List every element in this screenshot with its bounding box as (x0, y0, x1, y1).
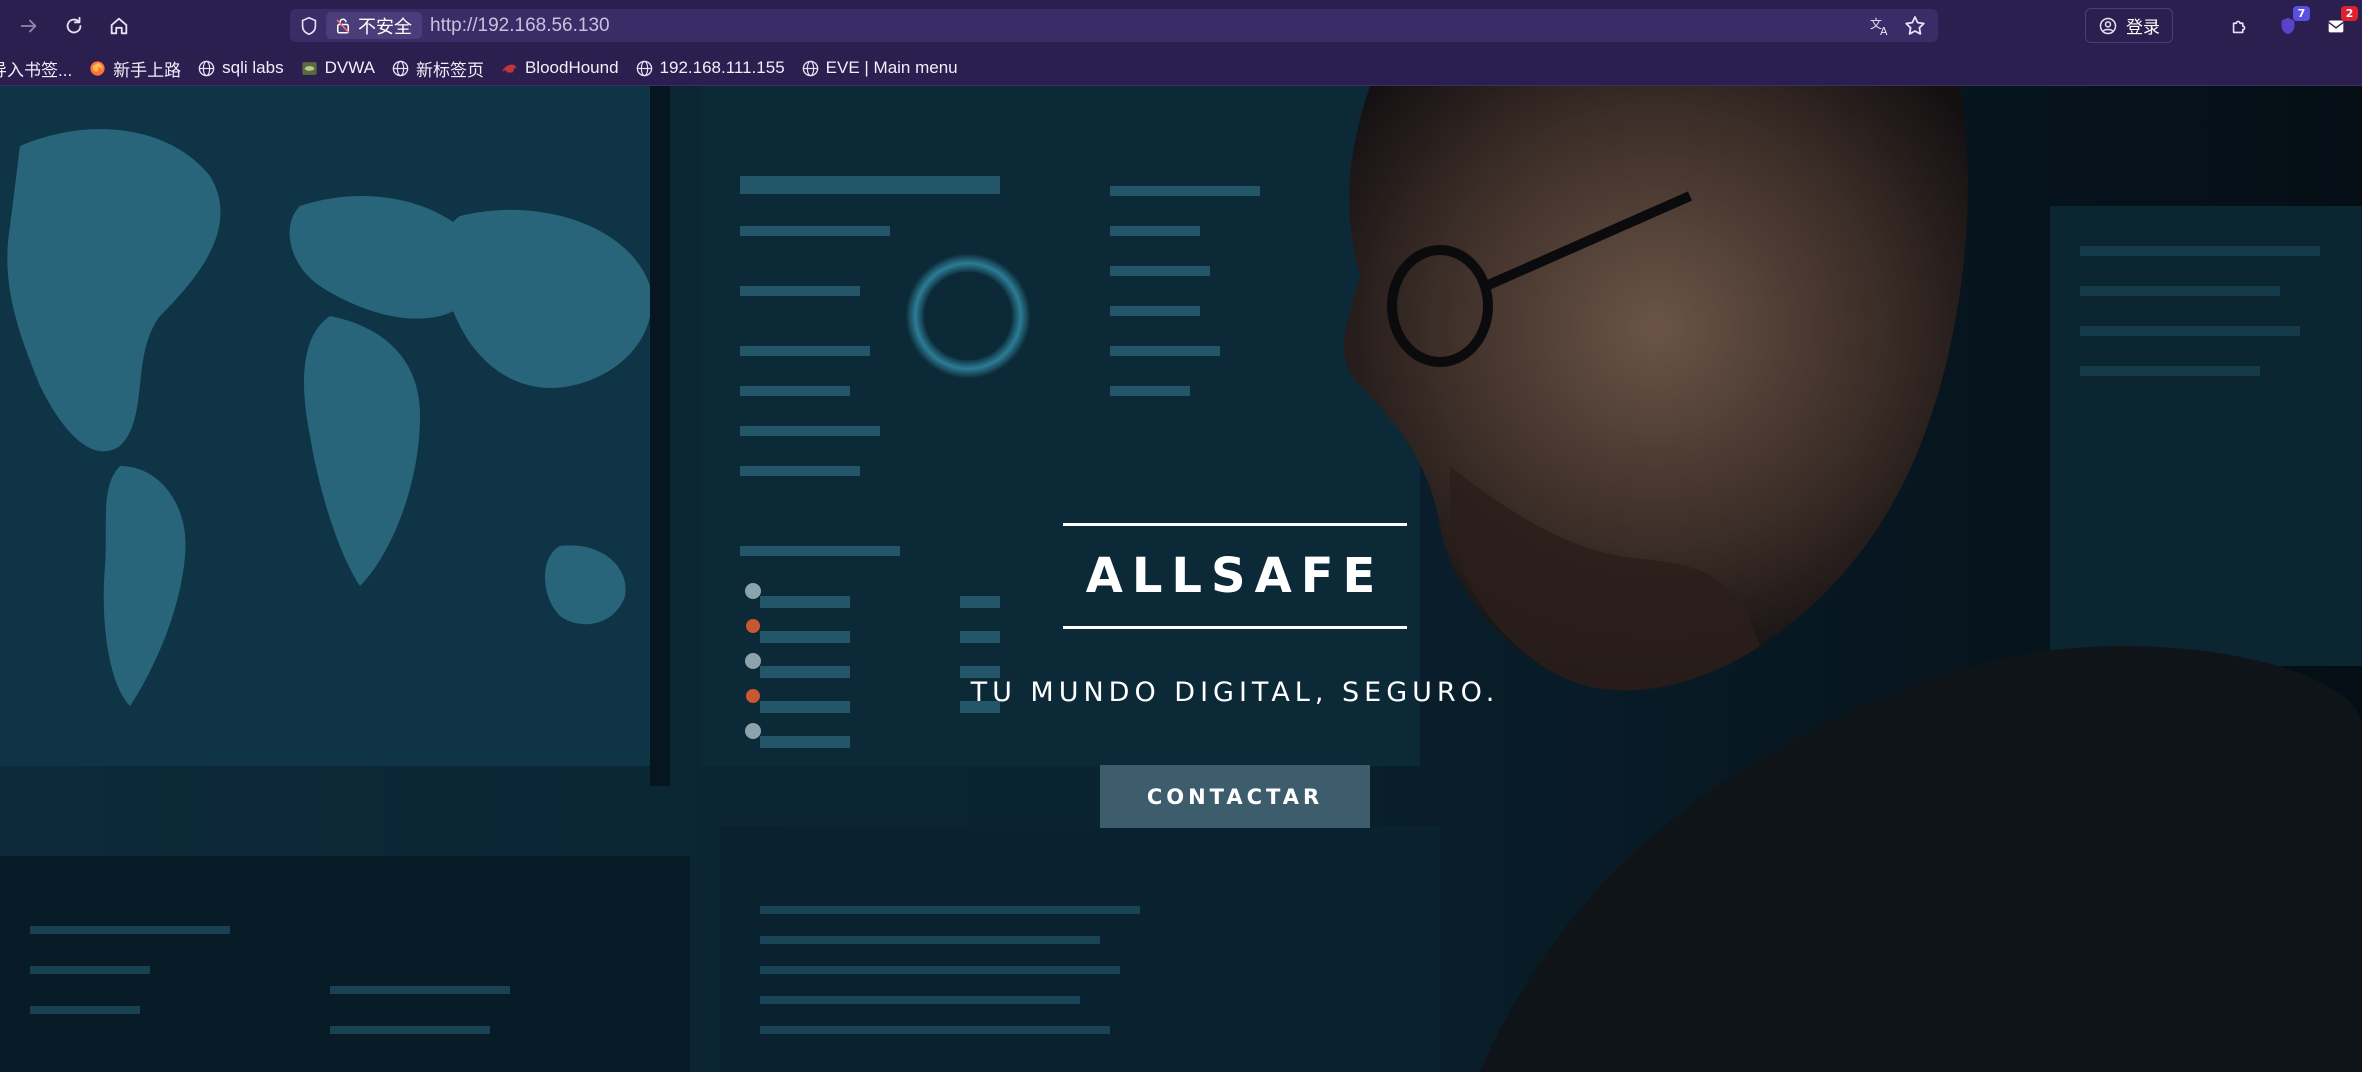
brand-top-divider (1063, 523, 1407, 526)
security-label: 不安全 (358, 16, 412, 37)
translate-icon[interactable]: 文A (1868, 14, 1892, 38)
bookmark-label: 192.168.111.155 (659, 58, 785, 77)
login-button[interactable]: 登录 (2085, 8, 2173, 43)
notification-badge: 2 (2341, 6, 2358, 21)
contact-button[interactable]: CONTACTAR (1100, 765, 1370, 828)
bookmarks-bar: 导入书签... 新手上路 sqli labs DVWA 新标签页 BloodHo… (0, 51, 2362, 86)
bookmark-dvwa[interactable]: DVWA (292, 53, 383, 83)
hero-section: ALLSAFE TU MUNDO DIGITAL, SEGURO. CONTAC… (0, 86, 2362, 1072)
bookmark-label: 新手上路 (113, 60, 182, 80)
globe-icon (392, 60, 409, 76)
bookmark-label: BloodHound (524, 58, 619, 77)
bookmark-bloodhound[interactable]: BloodHound (492, 53, 627, 83)
globe-icon (198, 60, 215, 76)
brand-bottom-divider (1063, 626, 1407, 629)
bookmark-import[interactable]: 导入书签... (0, 53, 80, 83)
bookmark-star-icon[interactable] (1903, 14, 1927, 38)
bloodhound-icon (502, 64, 517, 72)
puzzle-icon (2232, 20, 2246, 34)
globe-icon (802, 60, 818, 76)
bookmark-label: 新标签页 (415, 60, 484, 80)
bookmark-sqli-labs[interactable]: sqli labs (189, 53, 291, 83)
hero-tagline: TU MUNDO DIGITAL, SEGURO. (970, 677, 1500, 708)
account-icon (2099, 17, 2117, 34)
brand-title: ALLSAFE (1085, 548, 1385, 604)
bookmark-getting-started[interactable]: 新手上路 (80, 53, 189, 83)
forward-button[interactable] (13, 10, 45, 42)
shield-icon[interactable] (298, 15, 320, 37)
firefox-icon (90, 60, 105, 76)
url-text[interactable]: http://192.168.56.130 (430, 15, 610, 37)
extension-badge: 7 (2293, 6, 2310, 21)
shield-extension-button[interactable]: 7 (2272, 6, 2310, 42)
bookmark-eve[interactable]: EVE | Main menu (793, 53, 966, 83)
bookmark-label: DVWA (324, 58, 375, 77)
browser-toolbar: 不安全 http://192.168.56.130 文A 登录 7 2 (0, 0, 2362, 51)
bookmark-label: sqli labs (222, 58, 284, 77)
reload-icon (66, 16, 82, 34)
globe-icon (636, 60, 652, 76)
notification-extension-button[interactable]: 2 (2320, 6, 2358, 42)
arrow-right-icon (20, 19, 37, 33)
extensions-button[interactable] (2224, 10, 2256, 42)
dvwa-icon (301, 61, 317, 75)
address-bar[interactable]: 不安全 http://192.168.56.130 文A (290, 9, 1938, 42)
svg-text:A: A (1880, 25, 1888, 38)
bookmark-label: EVE | Main menu (825, 58, 958, 77)
insecure-lock-icon (336, 18, 350, 33)
home-button[interactable] (103, 10, 135, 42)
bookmark-ip-host[interactable]: 192.168.111.155 (627, 53, 793, 83)
reload-button[interactable] (58, 10, 90, 42)
login-label: 登录 (2126, 18, 2160, 37)
home-icon (110, 17, 128, 35)
hero-content: ALLSAFE TU MUNDO DIGITAL, SEGURO. CONTAC… (0, 86, 2362, 1072)
bookmark-label: 导入书签... (0, 60, 73, 80)
site-security-indicator[interactable]: 不安全 (326, 12, 422, 39)
bookmark-new-tab[interactable]: 新标签页 (383, 53, 492, 83)
